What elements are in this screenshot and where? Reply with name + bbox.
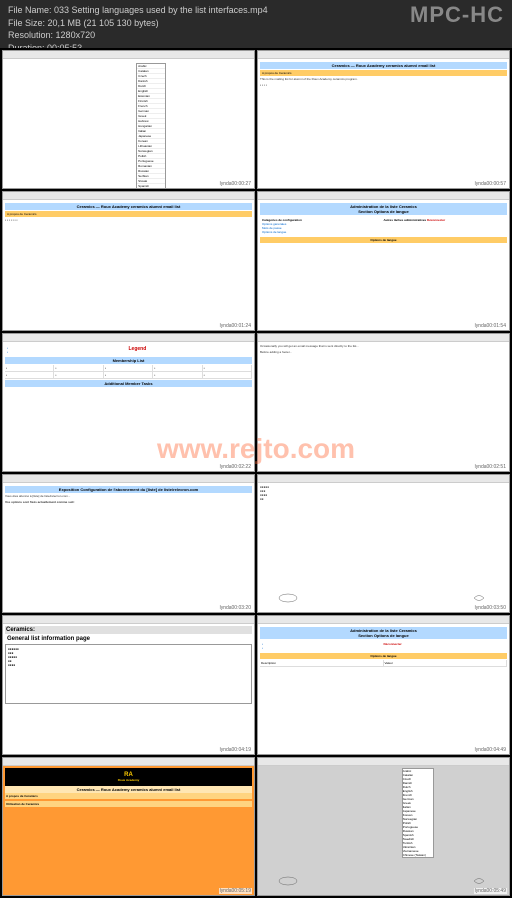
thumbnail-5[interactable]: •• Legend Membership List ••••• ••••• Ad… bbox=[2, 333, 255, 472]
browser-toolbar bbox=[3, 51, 254, 59]
language-dropdown[interactable]: ArabicCatalanCzechDanishDutchEnglishEsto… bbox=[136, 63, 166, 188]
timestamp: lynda00:03:50 bbox=[474, 605, 507, 611]
timestamp: lynda00:00:57 bbox=[474, 181, 507, 187]
orange-page: RA Roux Academy Ceramics — Roux Academy … bbox=[3, 766, 254, 896]
page-title: Ceramics — Roux Academy ceramics alumni … bbox=[260, 62, 507, 69]
thumbnail-12[interactable]: ArabicCatalanCzechDanishDutchEnglishFren… bbox=[257, 757, 510, 896]
section-header: A propos de Ceramics bbox=[5, 793, 252, 799]
timestamp: lynda00:02:22 bbox=[219, 464, 252, 470]
language-dropdown[interactable]: ArabicCatalanCzechDanishDutchEnglishFren… bbox=[402, 768, 434, 858]
timestamp: lynda00:05:49 bbox=[474, 888, 507, 894]
python-logo-icon bbox=[469, 592, 489, 604]
admin-links: Catégories de configuration Options géné… bbox=[260, 216, 507, 236]
thumbnail-10[interactable]: Administration de la liste Ceramics Sect… bbox=[257, 615, 510, 754]
timestamp: lynda00:05:19 bbox=[219, 888, 252, 894]
timestamp: lynda00:04:19 bbox=[219, 747, 252, 753]
timestamp: lynda00:00:27 bbox=[219, 181, 252, 187]
browser-toolbar bbox=[3, 475, 254, 483]
page-title: Ceramics — Roux Academy ceramics alumni … bbox=[5, 786, 252, 793]
timestamp: lynda00:01:54 bbox=[474, 323, 507, 329]
legend-label: Legend bbox=[129, 346, 251, 354]
admin-links: •• Déconnecter bbox=[260, 640, 507, 652]
dropdown-item[interactable]: Chinese (Taiwan) bbox=[403, 853, 433, 857]
thumbnail-1[interactable]: ArabicCatalanCzechDanishDutchEnglishEsto… bbox=[2, 50, 255, 189]
timestamp: lynda00:03:20 bbox=[219, 605, 252, 611]
code-textarea[interactable]: ▪▪▪▪▪▪▪▪▪▪▪▪▪▪▪▪▪▪▪▪ bbox=[5, 644, 252, 704]
section-header: Membership List bbox=[5, 357, 252, 364]
section-header: Options de langue bbox=[260, 237, 507, 243]
thumbnail-6[interactable]: Occasionally you will get an email messa… bbox=[257, 333, 510, 472]
thumbnail-9[interactable]: Ceramics: General list information page … bbox=[2, 615, 255, 754]
body-text: Before adding a footer... bbox=[260, 350, 507, 356]
page-title: Ceramics — Roux Academy ceramics alumni … bbox=[5, 203, 252, 210]
page-title: Exposition Configuration de l'abonnement… bbox=[5, 486, 252, 493]
browser-toolbar bbox=[258, 51, 509, 59]
thumbnail-7[interactable]: Exposition Configuration de l'abonnement… bbox=[2, 474, 255, 613]
section-header: Utilisation de Ceramics bbox=[5, 801, 252, 807]
meta-resolution: Resolution: 1280x720 bbox=[8, 29, 504, 42]
timestamp: lynda00:02:51 bbox=[474, 464, 507, 470]
ra-logo: RA Roux Academy bbox=[5, 768, 252, 786]
brand-label: Ceramics: bbox=[5, 626, 252, 634]
table-row[interactable]: ••••• bbox=[5, 372, 252, 379]
body-text: ▪ ▪ ▪ ▪ ▪ ▪ ▪ bbox=[5, 218, 252, 224]
thumbnail-11[interactable]: RA Roux Academy Ceramics — Roux Academy … bbox=[2, 757, 255, 896]
dropdown-item[interactable]: Spanish bbox=[137, 184, 165, 188]
section-header: Options de langue bbox=[260, 653, 507, 659]
browser-toolbar bbox=[258, 616, 509, 624]
browser-toolbar bbox=[3, 334, 254, 342]
browser-toolbar bbox=[258, 334, 509, 342]
thumbnail-8[interactable]: ▪▪▪▪▪▪▪▪▪▪▪▪▪▪ lynda00:03:50 bbox=[257, 474, 510, 613]
page-title: Administration de la liste Ceramics Sect… bbox=[260, 203, 507, 215]
browser-toolbar bbox=[3, 192, 254, 200]
browser-toolbar bbox=[258, 758, 509, 766]
timestamp: lynda00:01:24 bbox=[219, 323, 252, 329]
table-header-row: ••••• bbox=[5, 365, 252, 372]
browser-toolbar bbox=[3, 616, 254, 624]
player-brand: MPC-HC bbox=[410, 2, 504, 28]
section-header: Additional Member Tasks bbox=[5, 380, 252, 387]
thumbnail-3[interactable]: Ceramics — Roux Academy ceramics alumni … bbox=[2, 191, 255, 330]
footer-logos bbox=[258, 592, 509, 604]
python-logo-icon bbox=[469, 875, 489, 887]
table-header-row: DescriptionValeur bbox=[260, 660, 507, 667]
thumbnail-4[interactable]: Administration de la liste Ceramics Sect… bbox=[257, 191, 510, 330]
top-links: •• Legend bbox=[5, 344, 252, 356]
logout-link[interactable]: Déconnecter bbox=[427, 218, 445, 222]
section-header: A propos de Ceramics bbox=[5, 211, 252, 217]
thumbnail-grid: ArabicCatalanCzechDanishDutchEnglishEsto… bbox=[0, 48, 512, 898]
admin-link[interactable]: Options de langue bbox=[262, 230, 384, 234]
code-block: ▪▪▪▪▪▪▪▪▪▪▪▪▪▪ bbox=[260, 485, 507, 503]
mailman-logo-icon bbox=[278, 875, 298, 887]
thumbnail-2[interactable]: Ceramics — Roux Academy ceramics alumni … bbox=[257, 50, 510, 189]
logout-link[interactable]: Déconnecter bbox=[384, 642, 402, 646]
timestamp: lynda00:04:49 bbox=[474, 747, 507, 753]
browser-toolbar bbox=[258, 475, 509, 483]
body-text: Vos options sont fixés actuellement comm… bbox=[5, 500, 252, 506]
mailman-logo-icon bbox=[278, 592, 298, 604]
body-text: ▪ ▪ ▪ ▪ bbox=[260, 83, 507, 89]
page-title: Administration de la liste Ceramics Sect… bbox=[260, 627, 507, 639]
footer-logos bbox=[258, 875, 509, 887]
browser-toolbar bbox=[258, 192, 509, 200]
gray-page: ArabicCatalanCzechDanishDutchEnglishFren… bbox=[258, 766, 509, 896]
section-header: A propos de Ceramics bbox=[260, 70, 507, 76]
browser-toolbar bbox=[3, 758, 254, 766]
page-title: General list information page bbox=[5, 634, 252, 644]
